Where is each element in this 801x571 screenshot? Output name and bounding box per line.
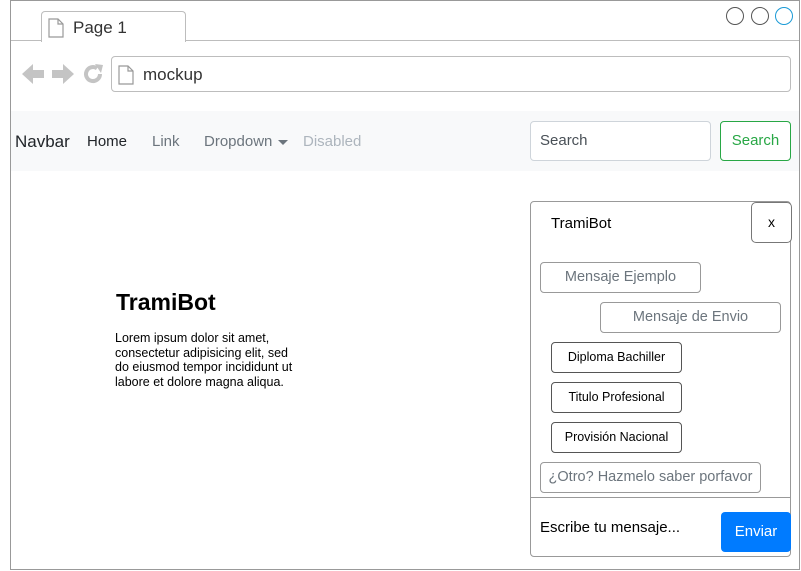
maximize-circle-icon[interactable] [751,7,769,25]
chat-footer: Escribe tu mensaje... Enviar [531,497,791,558]
nav-dropdown[interactable]: Dropdown [204,133,289,150]
url-text: mockup [143,65,203,84]
navbar-brand[interactable]: Navbar [15,132,70,152]
hero-text: Lorem ipsum dolor sit amet, consectetur … [115,331,293,389]
navbar: Navbar Home Link Dropdown Disabled Searc… [11,111,799,171]
chat-close-button[interactable]: x [751,202,792,243]
page-icon [48,18,64,38]
browser-window: Page 1 mockup Navbar Home Link Dropdown [10,0,800,570]
quick-reply-provision-nacional[interactable]: Provisión Nacional [551,422,682,453]
chat-message-example: Mensaje Ejemplo [540,262,701,293]
address-bar: mockup [11,41,799,111]
chat-title: TramiBot [551,215,612,232]
nav-dropdown-label: Dropdown [204,133,273,150]
send-button[interactable]: Enviar [721,512,791,552]
search-button[interactable]: Search [720,121,791,161]
nav-link-link[interactable]: Link [152,133,180,150]
chat-widget: TramiBot x Mensaje Ejemplo Mensaje de En… [530,201,792,558]
search-input[interactable]: Search [530,121,711,161]
minimize-circle-icon[interactable] [726,7,744,25]
chat-message-input[interactable]: Escribe tu mensaje... [540,519,680,536]
nav-link-disabled: Disabled [303,133,362,150]
page-icon [118,65,134,85]
back-arrow-icon[interactable] [21,63,45,85]
tab-bar: Page 1 [11,1,799,42]
quick-reply-diploma-bachiller[interactable]: Diploma Bachiller [551,342,682,373]
url-field[interactable]: mockup [111,56,791,92]
close-circle-icon[interactable] [775,7,793,25]
quick-reply-titulo-profesional[interactable]: Titulo Profesional [551,382,682,413]
reload-icon[interactable] [82,63,104,85]
browser-tab[interactable]: Page 1 [41,11,186,42]
nav-link-home[interactable]: Home [87,133,127,150]
tab-title: Page 1 [73,18,127,37]
chat-message-sent: Mensaje de Envio [600,302,781,333]
caret-down-icon [278,139,289,145]
hero-title: TramiBot [116,289,216,315]
forward-arrow-icon[interactable] [51,63,75,85]
chat-message-other: ¿Otro? Hazmelo saber porfavor [540,462,761,493]
